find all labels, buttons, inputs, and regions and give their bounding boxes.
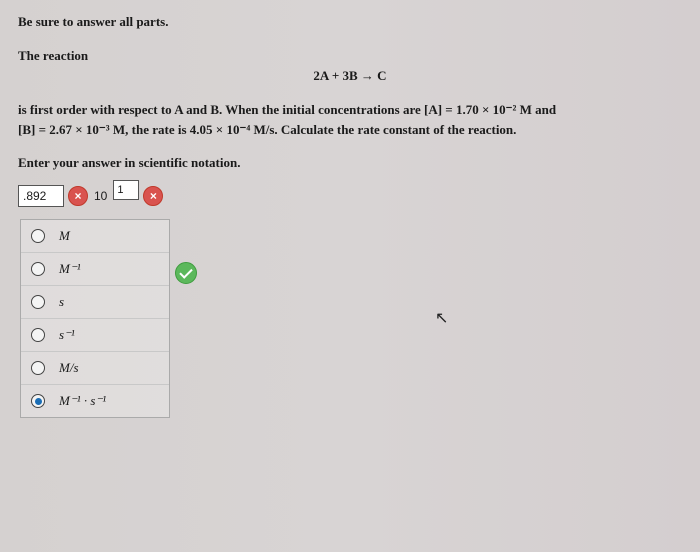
clear-exponent-button[interactable]: ×: [143, 186, 163, 206]
checkmark-icon: [175, 262, 197, 284]
radio-icon[interactable]: [31, 361, 45, 375]
exponent-input[interactable]: 1: [113, 180, 139, 200]
unit-label: s⁻¹: [59, 327, 75, 343]
problem-line-1: is first order with respect to A and B. …: [18, 102, 556, 117]
unit-option-M-inverse[interactable]: M⁻¹: [21, 253, 169, 286]
radio-icon[interactable]: [31, 229, 45, 243]
scientific-notation-prompt: Enter your answer in scientific notation…: [18, 155, 682, 171]
instruction-text: Be sure to answer all parts.: [18, 14, 682, 30]
unit-option-s[interactable]: s: [21, 286, 169, 319]
radio-icon[interactable]: [31, 394, 45, 408]
radio-icon[interactable]: [31, 295, 45, 309]
reaction-equation: 2A + 3B → C: [18, 68, 682, 84]
answer-input-row: .892 × 10 1 ×: [18, 185, 682, 207]
problem-line-2: [B] = 2.67 × 10⁻³ M, the rate is 4.05 × …: [18, 122, 516, 137]
radio-icon[interactable]: [31, 262, 45, 276]
unit-option-M-inverse-s-inverse[interactable]: M⁻¹ · s⁻¹: [21, 385, 169, 417]
unit-label: M⁻¹: [59, 261, 81, 277]
problem-text: is first order with respect to A and B. …: [18, 100, 682, 139]
reaction-label: The reaction: [18, 48, 682, 64]
units-selection: M M⁻¹ s s⁻¹ M/s M⁻¹ · s⁻¹: [20, 219, 170, 418]
unit-label: s: [59, 294, 64, 310]
unit-option-M[interactable]: M: [21, 220, 169, 253]
unit-option-M-per-s[interactable]: M/s: [21, 352, 169, 385]
unit-label: M: [59, 228, 70, 244]
unit-option-s-inverse[interactable]: s⁻¹: [21, 319, 169, 352]
cursor-icon: ↖: [435, 308, 448, 328]
clear-coefficient-button[interactable]: ×: [68, 186, 88, 206]
unit-label: M/s: [59, 360, 79, 376]
times-ten-label: 10: [94, 189, 107, 203]
unit-label: M⁻¹ · s⁻¹: [59, 393, 106, 409]
radio-icon[interactable]: [31, 328, 45, 342]
coefficient-input[interactable]: .892: [18, 185, 64, 207]
